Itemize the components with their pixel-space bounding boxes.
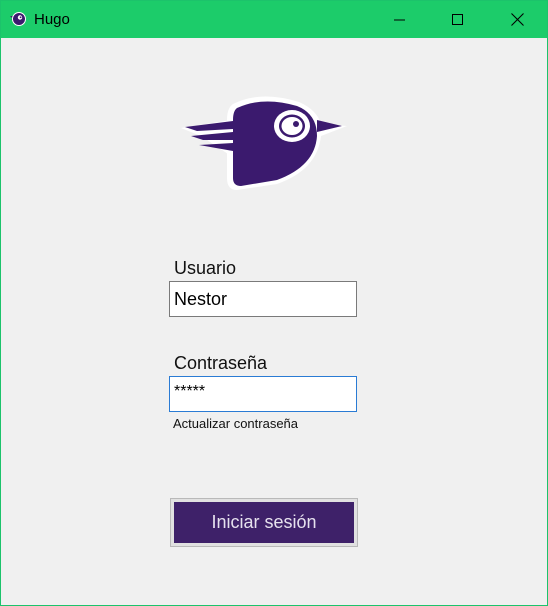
password-field[interactable]: ***** [169, 376, 357, 412]
window-title: Hugo [34, 11, 70, 28]
maximize-icon [452, 13, 463, 25]
minimize-button[interactable] [371, 1, 429, 38]
minimize-icon [394, 19, 405, 20]
username-field[interactable]: Nestor [169, 281, 357, 317]
password-label: Contraseña [174, 353, 268, 373]
close-icon [510, 13, 524, 26]
update-password-link[interactable]: Actualizar contraseña [173, 416, 298, 431]
maximize-button[interactable] [429, 1, 487, 38]
bird-logo-icon [181, 96, 347, 190]
login-button[interactable]: Iniciar sesión [174, 502, 354, 543]
login-window: Hugo Usuario Nestor Contraseña ***** Act… [0, 0, 548, 606]
title-bar[interactable]: Hugo [1, 1, 547, 38]
username-label: Usuario [174, 258, 237, 278]
app-bird-icon [10, 12, 26, 26]
close-button[interactable] [488, 1, 546, 38]
